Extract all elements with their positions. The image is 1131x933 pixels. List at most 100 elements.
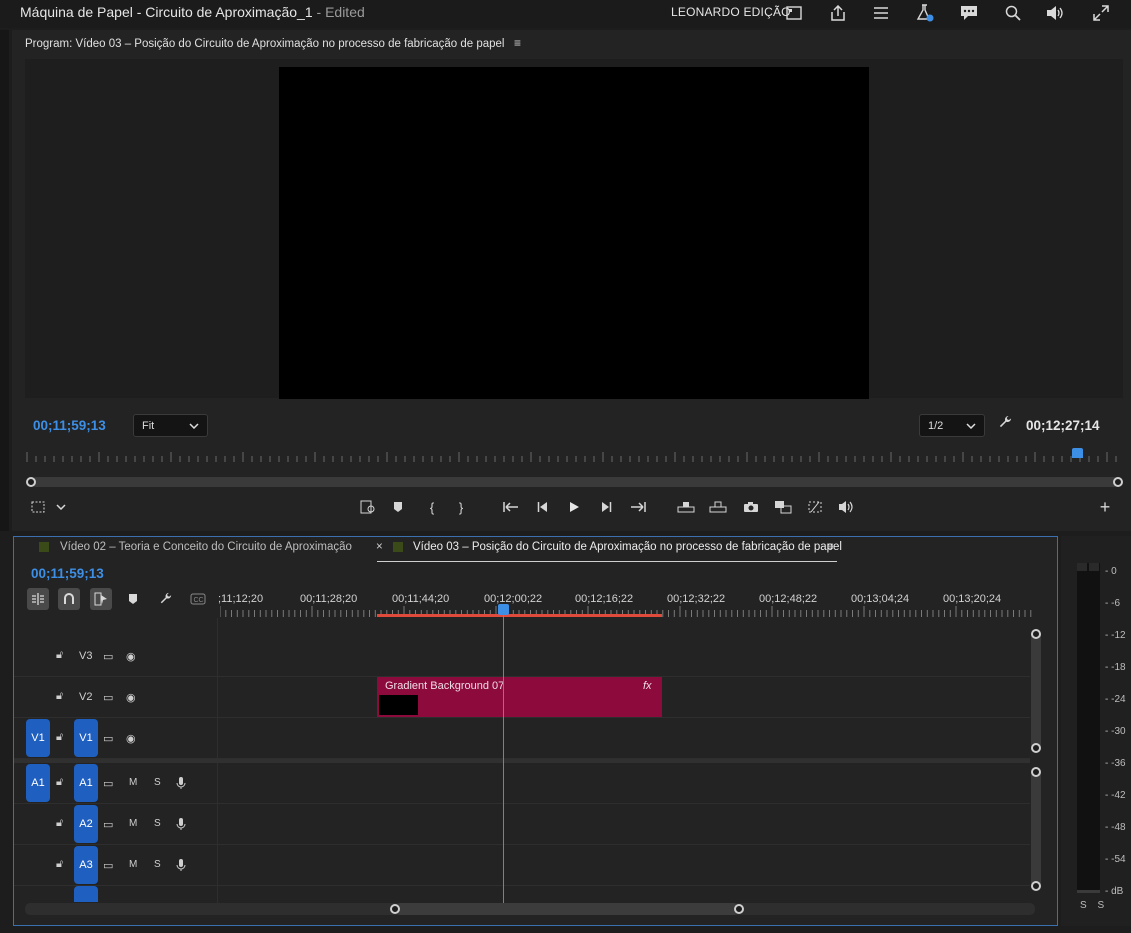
lock-icon[interactable]: 🔓︎ — [56, 817, 63, 830]
timeline-playhead-line — [503, 615, 504, 905]
program-zoom-scrollbar[interactable] — [31, 477, 1119, 487]
audio-icon[interactable] — [835, 497, 857, 517]
target-track-a3[interactable]: A3 — [74, 846, 98, 884]
timeline-scroll-thumb[interactable] — [395, 903, 739, 915]
lock-icon[interactable]: 🔓︎ — [56, 690, 63, 703]
panel-menu-icon[interactable]: ≡ — [827, 541, 834, 553]
lock-icon[interactable]: 🔓︎ — [56, 858, 63, 871]
program-playhead[interactable] — [1071, 448, 1083, 458]
panel-menu-icon[interactable]: ≡ — [514, 36, 521, 50]
solo-button[interactable]: S — [154, 777, 161, 788]
timeline-playhead[interactable] — [498, 604, 509, 615]
microphone-icon[interactable] — [176, 858, 186, 875]
source-patch-v1[interactable]: V1 — [26, 719, 50, 757]
nest-icon[interactable] — [27, 588, 49, 610]
solo-button[interactable]: S — [154, 859, 161, 870]
sync-lock-icon[interactable]: ▭ — [103, 859, 113, 872]
target-track-v1[interactable]: V1 — [74, 719, 98, 757]
program-monitor-tab[interactable]: Program: Vídeo 03 – Posição do Circuito … — [25, 36, 521, 50]
source-patch-a1[interactable]: A1 — [26, 764, 50, 802]
target-track-partial[interactable] — [74, 886, 98, 902]
lock-icon[interactable]: 🔓︎ — [56, 731, 63, 744]
sync-lock-icon[interactable]: ▭ — [103, 818, 113, 831]
scrollbar-handle[interactable] — [1031, 767, 1041, 777]
workspace-name[interactable]: LEONARDO EDIÇÃO — [671, 5, 791, 19]
eye-icon[interactable]: ◉ — [126, 732, 136, 745]
timeline-timecode[interactable]: 00;11;59;13 — [31, 566, 104, 581]
safe-margins-icon[interactable] — [27, 497, 49, 517]
sequence-color-swatch — [39, 542, 49, 552]
play-icon[interactable] — [563, 497, 585, 517]
microphone-icon[interactable] — [176, 776, 186, 793]
eye-icon[interactable]: ◉ — [126, 691, 136, 704]
wrench-icon[interactable] — [155, 588, 177, 610]
lift-icon[interactable] — [675, 497, 697, 517]
chevron-down-icon[interactable] — [50, 497, 72, 517]
video-tracks-scrollbar[interactable] — [1031, 631, 1041, 751]
scrollbar-handle[interactable] — [390, 904, 400, 914]
close-tab-icon[interactable]: × — [376, 541, 383, 553]
program-time-ruler[interactable] — [25, 450, 1123, 464]
add-marker-icon[interactable] — [122, 588, 144, 610]
fx-badge-icon[interactable]: fx — [643, 680, 652, 692]
sequence-tab-1[interactable]: Vídeo 02 – Teoria e Conceito do Circuito… — [60, 541, 352, 553]
microphone-icon[interactable] — [176, 817, 186, 834]
eye-icon[interactable]: ◉ — [126, 650, 136, 663]
mute-button[interactable]: M — [129, 859, 137, 870]
comments-icon[interactable] — [957, 2, 981, 24]
sync-lock-icon[interactable]: ▭ — [103, 732, 113, 745]
audio-tracks-scrollbar[interactable] — [1031, 770, 1041, 889]
mute-button[interactable]: M — [129, 777, 137, 788]
beta-flask-icon[interactable] — [913, 2, 937, 24]
ruler-label: 00;12;48;22 — [759, 593, 818, 605]
go-to-out-icon[interactable] — [627, 497, 649, 517]
scrollbar-end-handle[interactable] — [1113, 477, 1123, 487]
trim-icon[interactable] — [804, 497, 826, 517]
sync-lock-icon[interactable]: ▭ — [103, 691, 113, 704]
target-track-a2[interactable]: A2 — [74, 805, 98, 843]
go-to-in-icon[interactable] — [500, 497, 522, 517]
scrollbar-handle[interactable] — [1031, 743, 1041, 753]
mark-in-icon[interactable]: { — [421, 497, 443, 517]
step-back-icon[interactable] — [532, 497, 554, 517]
solo-button[interactable]: S — [154, 818, 161, 829]
scrollbar-handle[interactable] — [734, 904, 744, 914]
volume-icon[interactable] — [1043, 2, 1067, 24]
scrollbar-handle[interactable] — [1031, 881, 1041, 891]
compare-icon[interactable] — [772, 497, 794, 517]
track-row-a1 — [14, 763, 1030, 804]
panel-icon[interactable] — [782, 2, 806, 24]
video-frame[interactable] — [279, 67, 869, 399]
lock-icon[interactable]: 🔓︎ — [56, 649, 63, 662]
menu-list-icon[interactable] — [869, 2, 893, 24]
export-frame-icon[interactable] — [740, 497, 762, 517]
wrench-icon[interactable] — [998, 415, 1013, 433]
resolution-select[interactable]: 1/2 — [919, 414, 985, 437]
add-button-icon[interactable]: + — [1094, 497, 1116, 517]
sequence-tab-2[interactable]: Vídeo 03 – Posição do Circuito de Aproxi… — [413, 541, 842, 553]
sync-lock-icon[interactable]: ▭ — [103, 777, 113, 790]
captions-icon[interactable]: CC — [187, 588, 209, 610]
snap-icon[interactable] — [58, 588, 80, 610]
insert-marker-list-icon[interactable] — [357, 497, 379, 517]
lock-icon[interactable]: 🔓︎ — [56, 776, 63, 789]
linked-selection-icon[interactable] — [90, 588, 112, 610]
target-track-a1[interactable]: A1 — [74, 764, 98, 802]
ruler-label: 00;11;28;20 — [300, 593, 358, 605]
zoom-select[interactable]: Fit — [133, 414, 208, 437]
mark-out-icon[interactable]: } — [450, 497, 472, 517]
scrollbar-start-handle[interactable] — [26, 477, 36, 487]
meter-solo-buttons[interactable]: S S — [1080, 900, 1108, 911]
sync-lock-icon[interactable]: ▭ — [103, 650, 113, 663]
step-forward-icon[interactable] — [595, 497, 617, 517]
mute-button[interactable]: M — [129, 818, 137, 829]
work-area-bar[interactable] — [377, 614, 662, 617]
playhead-timecode[interactable]: 00;11;59;13 — [33, 418, 106, 433]
scrollbar-handle[interactable] — [1031, 629, 1041, 639]
add-marker-icon[interactable] — [387, 497, 409, 517]
extract-icon[interactable] — [707, 497, 729, 517]
fullscreen-icon[interactable] — [1089, 2, 1113, 24]
search-zoom-icon[interactable] — [1001, 2, 1025, 24]
share-icon[interactable] — [826, 2, 850, 24]
meter-scale-label: - -6 — [1105, 598, 1120, 609]
